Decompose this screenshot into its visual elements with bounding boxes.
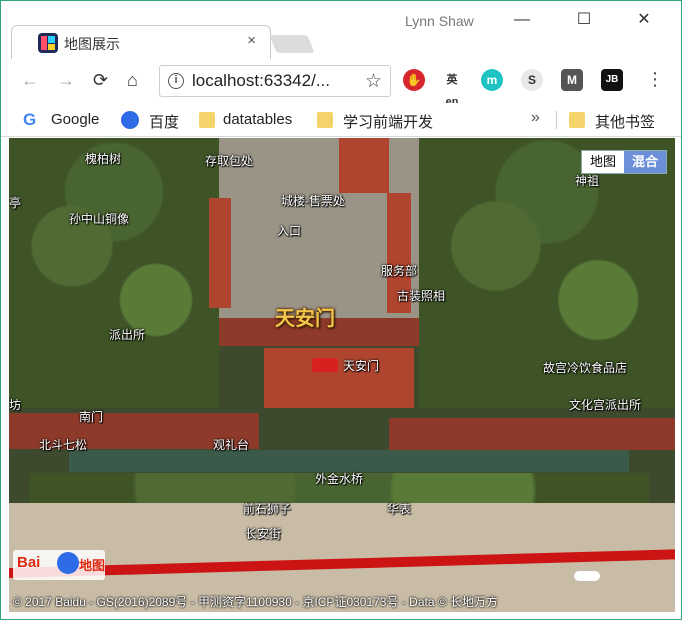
map-type-hybrid-button[interactable]: 混合 [623,151,666,173]
poi-label[interactable]: 存取包处 [205,152,253,169]
map-building [209,198,231,308]
home-icon[interactable]: ⌂ [127,69,138,91]
browser-window: 地图展示 × Lynn Shaw — ☐ ✕ ← → ⟳ ⌂ i localho… [0,0,682,620]
bookmark-google[interactable]: Google [51,111,99,128]
map-canvas[interactable]: 地图 混合 槐柏树 存取包处 神祖 亭 城楼-售票处 孙中山铜像 入口 服务部 … [9,138,675,612]
bookmark-baidu[interactable]: 百度 [149,111,179,132]
poi-label[interactable]: 文化宫派出所 [569,396,641,413]
m-extension-icon[interactable]: m [481,69,503,91]
baidu-paw-icon [121,111,139,129]
poi-label[interactable]: 坊 [9,396,21,413]
bookmark-other[interactable]: 其他书签 [595,111,655,132]
baidu-paw-icon [57,552,79,574]
poi-label[interactable]: 华表 [387,500,411,517]
tab-title: 地图展示 [64,36,120,52]
poi-label[interactable]: 孙中山铜像 [69,210,129,227]
map-wall [389,418,675,450]
tiananmen-main-label[interactable]: 天安门 [275,302,335,331]
maximize-button[interactable]: ☐ [561,7,607,33]
poi-label[interactable]: 观礼台 [213,436,249,453]
poi-label[interactable]: 前石狮子 [243,500,291,517]
map-type-control: 地图 混合 [580,150,667,174]
folder-icon [569,112,585,128]
poi-label[interactable]: 南门 [79,408,103,425]
folder-icon [199,112,215,128]
map-marker [574,571,600,581]
back-arrow-icon[interactable]: ← [21,69,39,91]
address-bar[interactable]: i localhost:63342/... ☆ [159,65,391,97]
url-text[interactable]: localhost:63342/... [192,71,330,91]
reload-icon[interactable]: ⟳ [93,69,108,91]
bookmark-frontend[interactable]: 学习前端开发 [343,111,433,132]
poi-label[interactable]: 故宫冷饮食品店 [543,359,627,376]
forward-arrow-icon[interactable]: → [57,69,75,91]
map-type-normal-button[interactable]: 地图 [582,151,624,173]
poi-label[interactable]: 外金水桥 [315,470,363,487]
baidu-map-logo: Bai 地图 [13,550,105,580]
poi-label[interactable]: 亭 [9,194,21,211]
poi-label[interactable]: 派出所 [109,326,145,343]
title-bar: 地图展示 × Lynn Shaw — ☐ ✕ [1,1,681,59]
profile-name[interactable]: Lynn Shaw [405,13,474,29]
poi-label[interactable]: 长安街 [245,525,281,542]
map-moat [69,450,629,472]
minimize-button[interactable]: — [499,7,545,33]
tiananmen-gate-icon[interactable] [312,358,338,372]
poi-label[interactable]: 神祖 [575,172,599,189]
bookmark-datatables[interactable]: datatables [223,111,292,128]
new-tab-button[interactable] [269,35,315,53]
jetbrains-extension-icon[interactable]: JB [601,69,623,91]
map-tree-area [9,138,219,408]
poi-label[interactable]: 古装照相 [397,287,445,304]
translate-extension-icon[interactable]: 英en [441,69,463,108]
folder-icon [317,112,333,128]
site-info-icon[interactable]: i [168,73,184,89]
poi-label[interactable]: 入口 [277,222,301,239]
map-building [339,138,389,193]
app-favicon-icon [38,33,58,53]
tab-map-display[interactable]: 地图展示 × [11,25,271,59]
bookmarks-bar: G Google 百度 datatables 学习前端开发 » 其他书签 [1,103,681,137]
close-window-button[interactable]: ✕ [621,7,667,33]
shield-extension-icon[interactable]: M [561,69,583,91]
bookmarks-divider [556,111,557,129]
adblock-extension-icon[interactable]: ✋ [403,69,425,91]
kebab-menu-icon[interactable]: ⋮ [646,69,664,90]
s-extension-icon[interactable]: S [521,69,543,91]
google-icon: G [23,110,37,129]
poi-label[interactable]: 槐柏树 [85,150,121,167]
browser-toolbar: ← → ⟳ ⌂ i localhost:63342/... ☆ ✋ 英en m … [1,59,681,108]
poi-label[interactable]: 天安门 [343,357,379,374]
bookmark-star-icon[interactable]: ☆ [365,70,382,93]
poi-label[interactable]: 城楼-售票处 [281,192,345,209]
map-gate-building [264,348,414,408]
poi-label[interactable]: 北斗七松 [39,436,87,453]
tab-close-icon[interactable]: × [247,32,256,49]
map-copyright: © 2017 Baidu - GS(2016)2089号 - 甲测资字11009… [13,595,499,609]
bookmarks-overflow-button[interactable]: » [531,109,540,127]
poi-label[interactable]: 服务部 [381,262,417,279]
